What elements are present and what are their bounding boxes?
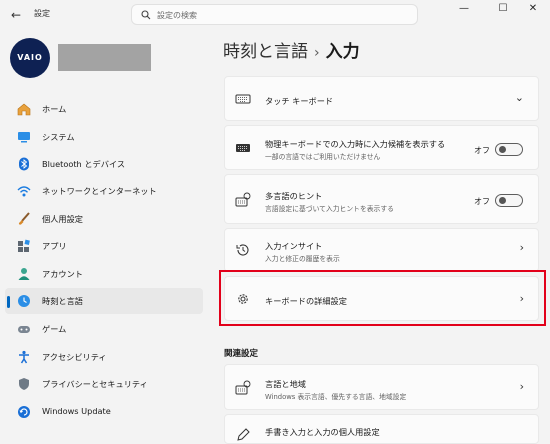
sidebar-item-time-language[interactable]: 時刻と言語 [5,288,203,314]
language-icon [235,380,251,395]
history-icon [236,244,249,256]
breadcrumb-parent[interactable]: 時刻と言語 [223,42,308,62]
physical-keyboard-suggestions-card: 物理キーボードでの入力時に入力候補を表示する 一部の言語ではご利用いただけません… [224,125,539,170]
toggle-state-label: オフ [474,197,490,206]
sidebar-item-label: ネットワークとインターネット [42,186,157,196]
sidebar-item-accounts[interactable]: アカウント [5,261,203,287]
sidebar-item-accessibility[interactable]: アクセシビリティ [5,344,203,370]
chevron-right-icon: › [519,380,524,393]
back-button[interactable]: ← [8,7,24,23]
card-subtitle: Windows 表示言語、優先する言語、地域設定 [265,393,407,401]
sidebar-item-label: プライバシーとセキュリティ [42,379,148,389]
minimize-button[interactable]: — [447,0,481,18]
sidebar-item-label: アプリ [42,241,67,251]
gamepad-icon [18,326,30,333]
home-icon [17,103,31,116]
search-input[interactable]: 設定の検索 [131,4,418,25]
sidebar-item-network[interactable]: ネットワークとインターネット [5,178,203,204]
sidebar-item-gaming[interactable]: ゲーム [5,316,203,342]
handwriting-personalization-card[interactable]: 手書き入力と入力の個人用設定 [224,414,539,444]
card-subtitle: 入力と修正の履歴を表示 [265,255,340,263]
multilingual-hints-card: 多言語のヒント 言語設定に基づいて入力ヒントを表示する オフ [224,174,539,224]
apps-icon [18,239,30,252]
card-title: 入力インサイト [265,241,323,251]
sidebar-item-privacy-security[interactable]: プライバシーとセキュリティ [5,371,203,397]
title-bar: ← 設定 設定の検索 — ☐ ✕ [0,0,550,30]
sidebar-item-system[interactable]: システム [5,124,203,150]
wifi-icon [17,186,31,197]
page-title: 入力 [325,42,360,62]
sidebar-item-label: ゲーム [42,324,67,334]
shield-icon [19,378,29,390]
sidebar-item-windows-update[interactable]: Windows Update [5,399,203,425]
touch-keyboard-card[interactable]: タッチ キーボード ⌄ [224,76,539,121]
card-title: 多言語のヒント [265,191,323,201]
toggle-knob [499,146,506,153]
sidebar-item-label: ホーム [42,104,67,114]
chevron-right-icon: › [519,241,524,254]
sidebar-item-label: Bluetooth とデバイス [42,159,126,169]
highlight-frame [219,270,546,326]
active-indicator [7,296,10,308]
typing-insights-card[interactable]: 入力インサイト 入力と修正の履歴を表示 › [224,228,539,272]
card-title: 言語と地域 [265,379,306,389]
card-title: タッチ キーボード [265,96,334,106]
sidebar-item-apps[interactable]: アプリ [5,233,203,259]
avatar[interactable]: VAIO [10,38,50,78]
card-subtitle: 一部の言語ではご利用いただけません [265,153,381,161]
sidebar-item-label: アクセシビリティ [42,352,107,362]
search-placeholder: 設定の検索 [157,11,197,20]
breadcrumb: 時刻と言語 › 入力 [223,37,360,62]
system-icon [18,132,30,143]
user-name-redacted [58,44,151,71]
breadcrumb-separator: › [314,45,320,61]
sidebar-item-bluetooth[interactable]: Bluetooth とデバイス [5,151,203,177]
app-title: 設定 [34,9,50,18]
sidebar-item-label: 個人用設定 [42,214,83,224]
keyboard-icon [236,144,250,152]
sidebar-item-personalization[interactable]: 個人用設定 [5,206,203,232]
toggle-knob [499,197,506,204]
physical-keyboard-suggestions-toggle[interactable] [495,143,523,156]
account-icon [18,268,30,280]
time-language-icon [18,295,30,307]
card-subtitle: 言語設定に基づいて入力ヒントを表示する [265,205,394,213]
card-title: 物理キーボードでの入力時に入力候補を表示する [265,139,446,149]
keyboard-icon [235,94,251,104]
update-icon [18,406,30,418]
sidebar-item-label: アカウント [42,269,83,279]
search-icon [141,10,151,20]
language-keyboard-icon [235,192,251,207]
sidebar-item-label: Windows Update [42,406,111,416]
close-button[interactable]: ✕ [516,0,550,18]
sidebar-item-label: システム [42,132,75,142]
brush-icon [18,212,30,225]
pen-icon [237,428,250,441]
card-title: 手書き入力と入力の個人用設定 [265,427,380,437]
sidebar-item-home[interactable]: ホーム [5,96,203,122]
sidebar-item-label: 時刻と言語 [42,296,83,306]
bluetooth-icon [19,157,29,171]
related-settings-heading: 関連設定 [224,349,259,359]
multilingual-hints-toggle[interactable] [495,194,523,207]
toggle-state-label: オフ [474,146,490,155]
accessibility-icon [19,350,29,364]
maximize-button[interactable]: ☐ [486,0,520,18]
chevron-down-icon: ⌄ [514,91,524,104]
language-region-card[interactable]: 言語と地域 Windows 表示言語、優先する言語、地域設定 › [224,364,539,410]
